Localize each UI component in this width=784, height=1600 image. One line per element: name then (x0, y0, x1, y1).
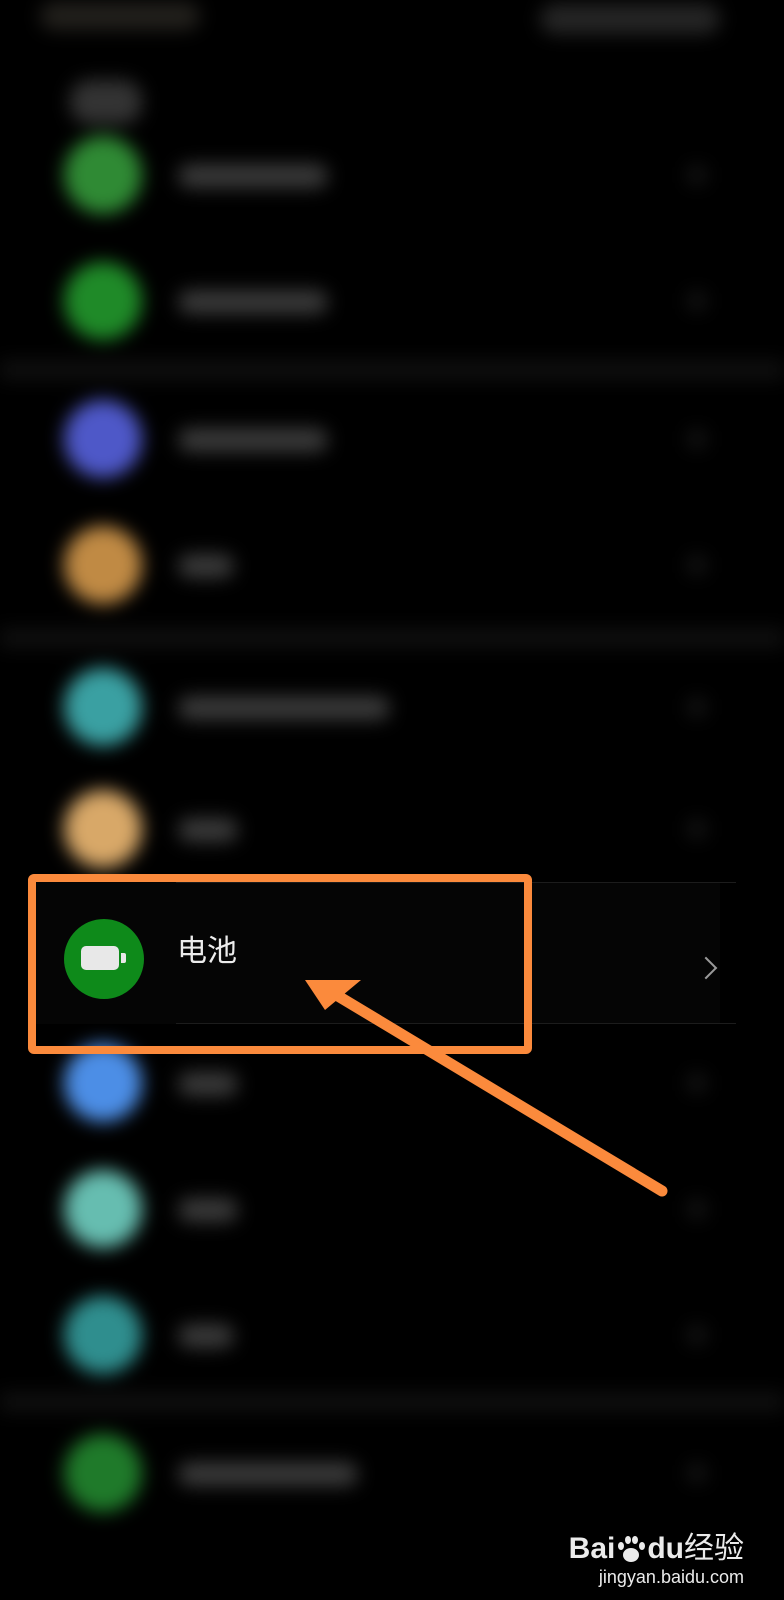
baidu-jingyan-watermark: Bai du经验 jingyan.baidu.com (569, 1532, 744, 1588)
battery-tip (121, 953, 126, 963)
blurred-label (178, 1198, 238, 1222)
blurred-app-icon (64, 1296, 142, 1374)
blurred-label (178, 696, 390, 720)
blurred-row (0, 112, 784, 238)
blurred-app-icon (64, 136, 142, 214)
chevron-right-icon (694, 956, 718, 980)
blurred-chevron (688, 166, 706, 184)
settings-item-battery[interactable]: 电池 (36, 882, 736, 1024)
blurred-row (0, 238, 784, 364)
blurred-label (178, 1462, 358, 1486)
watermark-logo-part1: Bai (568, 1532, 616, 1565)
blurred-chevron (688, 1464, 706, 1482)
blurred-chevron (688, 1074, 706, 1092)
watermark-logo: Bai du经验 (569, 1532, 744, 1566)
blurred-row (0, 1410, 784, 1536)
blurred-app-icon (64, 400, 142, 478)
blurred-app-icon (64, 1434, 142, 1512)
blurred-row (0, 644, 784, 770)
blurred-chevron (688, 1200, 706, 1218)
section-divider (0, 1392, 784, 1412)
blurred-app-icon (64, 262, 142, 340)
blurred-label (178, 1072, 238, 1096)
blurred-app-icon (64, 1044, 142, 1122)
blurred-row (0, 1146, 784, 1272)
battery-icon (64, 919, 144, 999)
row-divider (176, 882, 736, 883)
blurred-status-icons (540, 4, 720, 34)
blurred-label (178, 554, 234, 578)
blurred-row (0, 1272, 784, 1398)
battery-glyph (81, 946, 119, 970)
blurred-app-icon (64, 668, 142, 746)
blurred-settings-list (0, 0, 784, 1600)
blurred-label (178, 428, 328, 452)
blurred-app-icon (64, 1170, 142, 1248)
watermark-logo-part3: 经验 (684, 1532, 744, 1565)
blurred-row (0, 766, 784, 892)
paw-icon (616, 1536, 646, 1564)
blurred-chevron (688, 292, 706, 310)
blurred-chevron (688, 1326, 706, 1344)
blurred-row (0, 502, 784, 628)
settings-item-label: 电池 (177, 934, 237, 969)
blurred-chevron (688, 430, 706, 448)
blurred-chevron (688, 556, 706, 574)
blurred-chevron (688, 698, 706, 716)
row-divider (176, 1023, 736, 1024)
blurred-label (178, 290, 328, 314)
watermark-logo-part2: du (647, 1532, 684, 1565)
blurred-row (0, 376, 784, 502)
blurred-label (178, 818, 238, 842)
blurred-app-icon (64, 526, 142, 604)
blurred-label (178, 164, 328, 188)
watermark-url: jingyan.baidu.com (598, 1567, 744, 1587)
blurred-app-icon (64, 790, 142, 868)
blurred-status-text (40, 2, 200, 30)
blurred-chevron (688, 820, 706, 838)
blurred-row (0, 1020, 784, 1146)
blurred-label (178, 1324, 234, 1348)
